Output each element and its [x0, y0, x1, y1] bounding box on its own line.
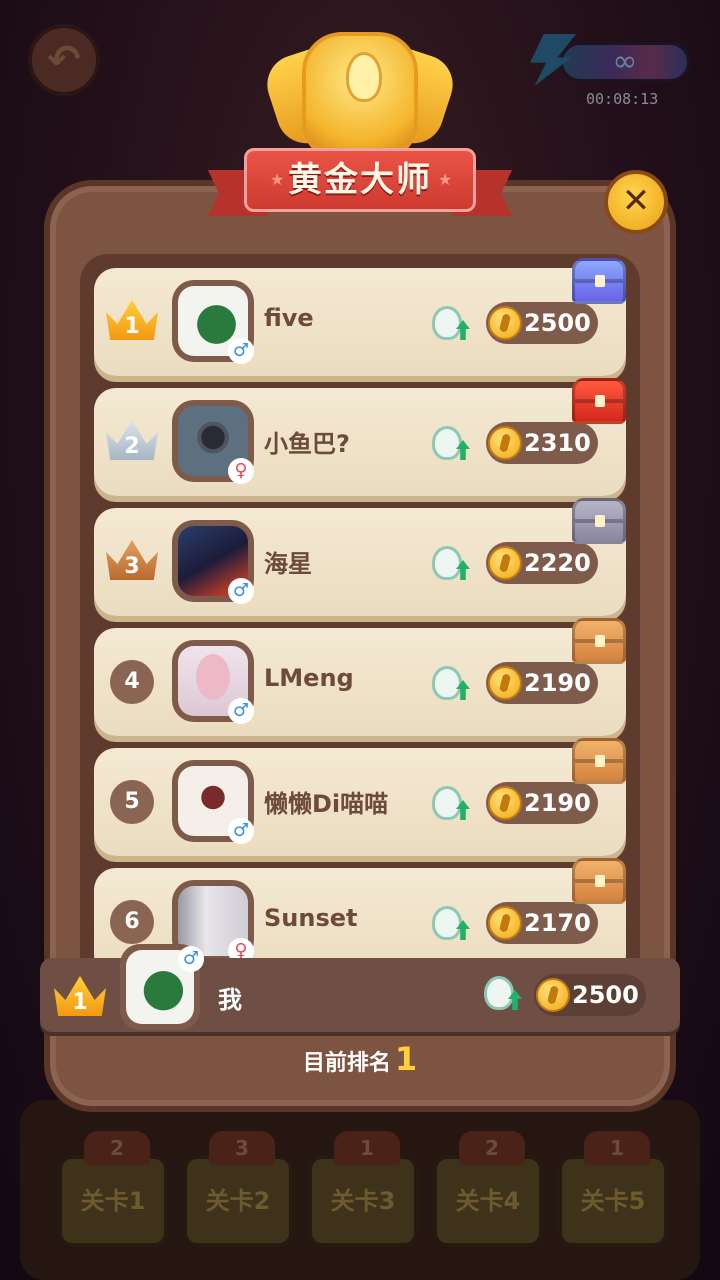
player-name: 海星 [264, 550, 312, 578]
player-name: five [264, 304, 314, 332]
level-button-4[interactable]: 2 关卡4 [433, 1131, 543, 1247]
level-count-badge: 2 [84, 1131, 150, 1165]
level-count-badge: 1 [334, 1131, 400, 1165]
infinity-energy-bar: ∞ [560, 42, 690, 82]
rank-number: 5 [110, 780, 154, 824]
leaderboard-row[interactable]: 3 ♂ 海星 2220 [94, 498, 626, 616]
my-name: 我 [218, 986, 242, 1014]
score-value: 2170 [524, 909, 591, 937]
score-pill: 2500 [534, 974, 646, 1016]
coin-icon [488, 546, 522, 580]
score-pill: 2190 [486, 662, 598, 704]
timer-widget: ∞ 00:08:13 [530, 34, 696, 124]
leaderboard-row[interactable]: 4 ♂ LMeng 2190 [94, 618, 626, 736]
level-button-5[interactable]: 1 关卡5 [558, 1131, 668, 1247]
rank-number: 6 [110, 900, 154, 944]
level-label: 关卡5 [580, 1187, 646, 1215]
male-icon: ♂ [228, 338, 254, 364]
score-pill: 2190 [486, 782, 598, 824]
close-button[interactable]: ✕ [604, 170, 668, 234]
egg-rank-up-icon [428, 664, 470, 702]
my-rank-row[interactable]: 1 ♂ 我 2500 [40, 944, 680, 1032]
level-button-1[interactable]: 2 关卡1 [58, 1131, 168, 1247]
score-pill: 2500 [486, 302, 598, 344]
score-value: 2500 [524, 309, 591, 337]
egg-rank-up-icon [428, 904, 470, 942]
timer-text: 00:08:13 [586, 90, 659, 108]
level-label: 关卡2 [205, 1187, 271, 1215]
egg-rank-up-icon [428, 424, 470, 462]
level-label: 关卡3 [330, 1187, 396, 1215]
wooden-chest-icon[interactable] [572, 618, 626, 664]
current-rank-label: 目前排名 [302, 1051, 391, 1076]
egg-rank-up-icon [428, 304, 470, 342]
wooden-chest-icon[interactable] [572, 738, 626, 784]
leaderboard-row[interactable]: 2 ♀ 小鱼巴? 2310 [94, 378, 626, 496]
egg-rank-up-icon [480, 974, 522, 1012]
coin-icon [488, 786, 522, 820]
medal-disc [302, 32, 418, 162]
score-value: 2190 [524, 789, 591, 817]
coin-icon [488, 906, 522, 940]
silver-crown-icon: 2 [106, 420, 158, 460]
red-chest-icon[interactable] [572, 378, 626, 424]
egg-rank-up-icon [428, 544, 470, 582]
player-name: 懒懒Di喵喵 [264, 790, 389, 818]
leaderboard-row[interactable]: 1 ♂ five 2500 [94, 258, 626, 376]
star-icon: ★ [438, 170, 453, 189]
female-icon: ♀ [228, 458, 254, 484]
score-pill: 2170 [486, 902, 598, 944]
wooden-chest-icon[interactable] [572, 858, 626, 904]
score-value: 2500 [572, 981, 639, 1009]
male-icon: ♂ [228, 698, 254, 724]
level-label: 关卡1 [80, 1187, 146, 1215]
level-count-badge: 1 [584, 1131, 650, 1165]
coin-icon [488, 666, 522, 700]
player-name: LMeng [264, 664, 354, 692]
current-rank: 目前排名 1 [0, 1040, 720, 1078]
level-count-badge: 2 [459, 1131, 525, 1165]
player-name: 小鱼巴? [264, 430, 350, 458]
coin-icon [536, 978, 570, 1012]
star-icon: ★ [270, 170, 285, 189]
coin-icon [488, 306, 522, 340]
level-button-2[interactable]: 3 关卡2 [183, 1131, 293, 1247]
score-value: 2220 [524, 549, 591, 577]
score-value: 2310 [524, 429, 591, 457]
level-selector: 2 关卡1 3 关卡2 1 关卡3 2 关卡4 1 关卡5 [20, 1100, 700, 1280]
infinity-icon: ∞ [612, 44, 638, 79]
male-icon: ♂ [178, 946, 204, 972]
score-pill: 2220 [486, 542, 598, 584]
player-name: Sunset [264, 904, 358, 932]
purple-chest-icon[interactable] [572, 258, 626, 304]
bronze-crown-icon: 3 [106, 540, 158, 580]
egg-mascot-icon [346, 52, 382, 102]
current-rank-value: 1 [394, 1040, 418, 1078]
level-label: 关卡4 [455, 1187, 521, 1215]
score-pill: 2310 [486, 422, 598, 464]
gray-chest-icon[interactable] [572, 498, 626, 544]
back-arrow-icon: ↶ [47, 37, 81, 83]
male-icon: ♂ [228, 578, 254, 604]
score-value: 2190 [524, 669, 591, 697]
level-button-3[interactable]: 1 关卡3 [308, 1131, 418, 1247]
male-icon: ♂ [228, 818, 254, 844]
rank-number: 4 [110, 660, 154, 704]
gold-crown-icon: 1 [106, 300, 158, 340]
title-ribbon: 黄金大师 ★ ★ [208, 148, 512, 218]
egg-rank-up-icon [428, 784, 470, 822]
leaderboard-row[interactable]: 5 ♂ 懒懒Di喵喵 2190 [94, 738, 626, 856]
level-count-badge: 3 [209, 1131, 275, 1165]
back-button[interactable]: ↶ [28, 24, 100, 96]
gold-crown-icon: 1 [54, 976, 106, 1016]
coin-icon [488, 426, 522, 460]
